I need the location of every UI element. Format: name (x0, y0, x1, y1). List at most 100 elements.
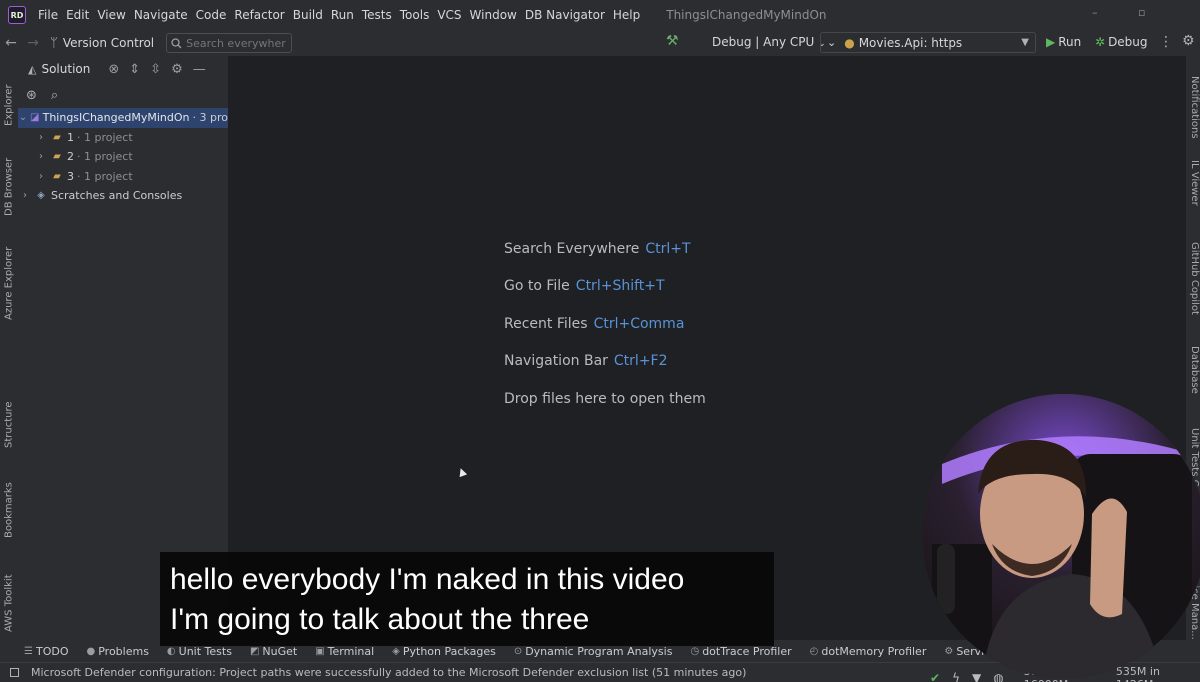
nuget-icon: ◩ (249, 645, 260, 657)
chevron-down-icon: ⌄ (827, 36, 837, 49)
tab-unit-tests[interactable]: ◐ Unit Tests (167, 645, 232, 658)
github-copilot-tool-tab[interactable]: GitHub Copilot (1186, 242, 1200, 338)
collapse-all-icon[interactable]: ⇳ (150, 62, 161, 77)
azure-explorer-tool-tab[interactable]: Azure Explorer (0, 230, 18, 320)
chevron-right-icon[interactable]: › (18, 190, 32, 201)
bug-icon: ✲ (1095, 35, 1106, 49)
solution-panel-title[interactable]: Solution (41, 62, 90, 76)
folder-icon: ▰ (53, 131, 61, 143)
menu-tools[interactable]: Tools (400, 8, 430, 22)
notifications-status-icon[interactable]: ◍ (993, 671, 1003, 682)
build-config-label: Debug | Any CPU (712, 35, 815, 49)
build-config-selector[interactable]: Debug | Any CPU ⌄ (712, 35, 826, 49)
run-config-icon: ● (844, 35, 855, 50)
hint-shortcut: Ctrl+T (645, 241, 691, 257)
hint-recent-files: Recent Files Ctrl+Comma (504, 316, 684, 332)
menu-bar: RD File Edit View Navigate Code Refactor… (0, 0, 1200, 30)
menu-refactor[interactable]: Refactor (234, 8, 284, 22)
chevron-down-icon[interactable]: ⌄ (18, 112, 28, 123)
menu-build[interactable]: Build (293, 8, 323, 22)
tree-item-scratches[interactable]: › ◈ Scratches and Consoles (18, 186, 228, 206)
structure-tool-tab[interactable]: Structure (0, 386, 18, 448)
hint-label: Search Everywhere (504, 241, 640, 257)
bookmarks-tool-tab[interactable]: Bookmarks (0, 466, 18, 538)
menu-tests[interactable]: Tests (362, 8, 392, 22)
expand-all-icon[interactable]: ⇕ (129, 62, 140, 77)
minimize-icon[interactable]: – (1092, 6, 1098, 19)
copilot-icon[interactable]: ϟ (952, 671, 960, 682)
chevron-right-icon[interactable]: › (34, 151, 48, 162)
run-configuration-selector[interactable]: ⌄ ● Movies.Api: https ▼ (820, 32, 1036, 53)
chevron-right-icon[interactable]: › (34, 132, 48, 143)
tree-item-sublabel: · 3 pro (192, 111, 228, 125)
debug-label: Debug (1108, 35, 1148, 49)
menu-file[interactable]: File (38, 8, 58, 22)
menu-run[interactable]: Run (331, 8, 354, 22)
find-in-tree-icon[interactable]: ⌕ (51, 88, 58, 103)
main-toolbar: ← → ᛘ Version Control ⚒ Debug | Any CPU … (0, 30, 1200, 56)
branch-icon: ᛘ (50, 35, 58, 51)
notifications-tab-label: Notifications (1189, 76, 1200, 139)
solution-tree: ⌄ ◪ ThingsIChangedMyMindOn · 3 pro › ▰ 1 ·… (18, 108, 228, 206)
vcs-status-icon[interactable]: ▼ (972, 671, 981, 682)
memory-indicator[interactable]: 535M in 1426M (1116, 665, 1200, 682)
aws-toolkit-tool-tab[interactable]: AWS Toolkit (0, 556, 18, 632)
tree-item-folder-1[interactable]: › ▰ 1 · 1 project (18, 128, 228, 148)
tree-item-folder-3[interactable]: › ▰ 3 · 1 project (18, 167, 228, 187)
search-everywhere-box[interactable] (166, 33, 293, 53)
run-config-label: Movies.Api: https (858, 35, 963, 50)
restore-icon[interactable]: ▫ (1138, 6, 1145, 19)
menu-edit[interactable]: Edit (66, 8, 89, 22)
forward-arrow-icon[interactable]: → (22, 35, 44, 51)
more-actions-icon[interactable]: ⋮ (1159, 34, 1173, 50)
run-button[interactable]: ▶ Run (1046, 35, 1081, 49)
tree-item-label: 3 (67, 169, 74, 183)
menu-vcs[interactable]: VCS (437, 8, 461, 22)
tab-dottrace-profiler[interactable]: ◷ dotTrace Profiler (690, 645, 791, 658)
options-gear-icon[interactable]: ⚙ (171, 62, 183, 77)
search-input[interactable] (186, 36, 287, 50)
hint-drop-files: Drop files here to open them (504, 391, 706, 407)
explorer-tool-tab[interactable]: Explorer (0, 66, 18, 126)
back-arrow-icon[interactable]: ← (0, 35, 22, 51)
tab-problems[interactable]: ● Problems (86, 645, 148, 658)
dottrace-icon: ◷ (690, 645, 700, 657)
tab-terminal[interactable]: ▣ Terminal (315, 645, 374, 658)
tab-dotmemory-profiler[interactable]: ◴ dotMemory Profiler (810, 645, 927, 658)
hint-label: Go to File (504, 278, 570, 294)
tab-python-packages[interactable]: ◈ Python Packages (392, 645, 496, 658)
hide-panel-icon[interactable]: — (193, 62, 206, 77)
rider-logo-icon[interactable]: RD (8, 6, 26, 24)
tab-nuget[interactable]: ◩ NuGet (250, 645, 297, 658)
version-control-widget[interactable]: ᛘ Version Control (50, 36, 154, 51)
target-icon[interactable]: ⊗ (108, 62, 119, 77)
settings-gear-icon[interactable]: ⚙ (1182, 33, 1195, 49)
show-files-icon[interactable]: ⊛ (26, 88, 37, 103)
tree-item-sublabel: · 1 project (77, 169, 133, 183)
menu-window[interactable]: Window (470, 8, 517, 22)
azure-explorer-tab-label: Azure Explorer (3, 246, 15, 320)
chevron-right-icon[interactable]: › (34, 171, 48, 182)
problems-icon: ● (86, 645, 96, 657)
menu-code[interactable]: Code (196, 8, 227, 22)
tab-dynamic-program-analysis[interactable]: ⊙ Dynamic Program Analysis (514, 645, 673, 658)
database-tool-tab[interactable]: Database (1186, 346, 1200, 410)
notifications-tool-tab[interactable]: Notifications (1186, 76, 1200, 146)
debug-button[interactable]: ✲ Debug (1095, 35, 1148, 49)
menu-navigate[interactable]: Navigate (134, 8, 188, 22)
il-viewer-tool-tab[interactable]: IL Viewer (1186, 160, 1200, 220)
tab-todo[interactable]: ☰ TODO (24, 645, 68, 658)
tree-item-solution[interactable]: ⌄ ◪ ThingsIChangedMyMindOn · 3 pro (18, 108, 228, 128)
menu-view[interactable]: View (97, 8, 125, 22)
db-browser-tool-tab[interactable]: DB Browser (0, 138, 18, 216)
aws-toolkit-tab-label: AWS Toolkit (3, 574, 15, 632)
tree-item-folder-2[interactable]: › ▰ 2 · 1 project (18, 147, 228, 167)
menu-help[interactable]: Help (613, 8, 640, 22)
menu-db-navigator[interactable]: DB Navigator (525, 8, 605, 22)
check-ok-icon[interactable]: ✔ (930, 671, 940, 682)
solution-file-icon: ◪ (29, 112, 40, 124)
solution-icon: ◭ (28, 62, 37, 76)
toggle-tool-windows-icon[interactable] (10, 668, 19, 677)
build-hammer-icon[interactable]: ⚒ (666, 33, 679, 49)
status-message[interactable]: Microsoft Defender configuration: Projec… (10, 666, 746, 679)
